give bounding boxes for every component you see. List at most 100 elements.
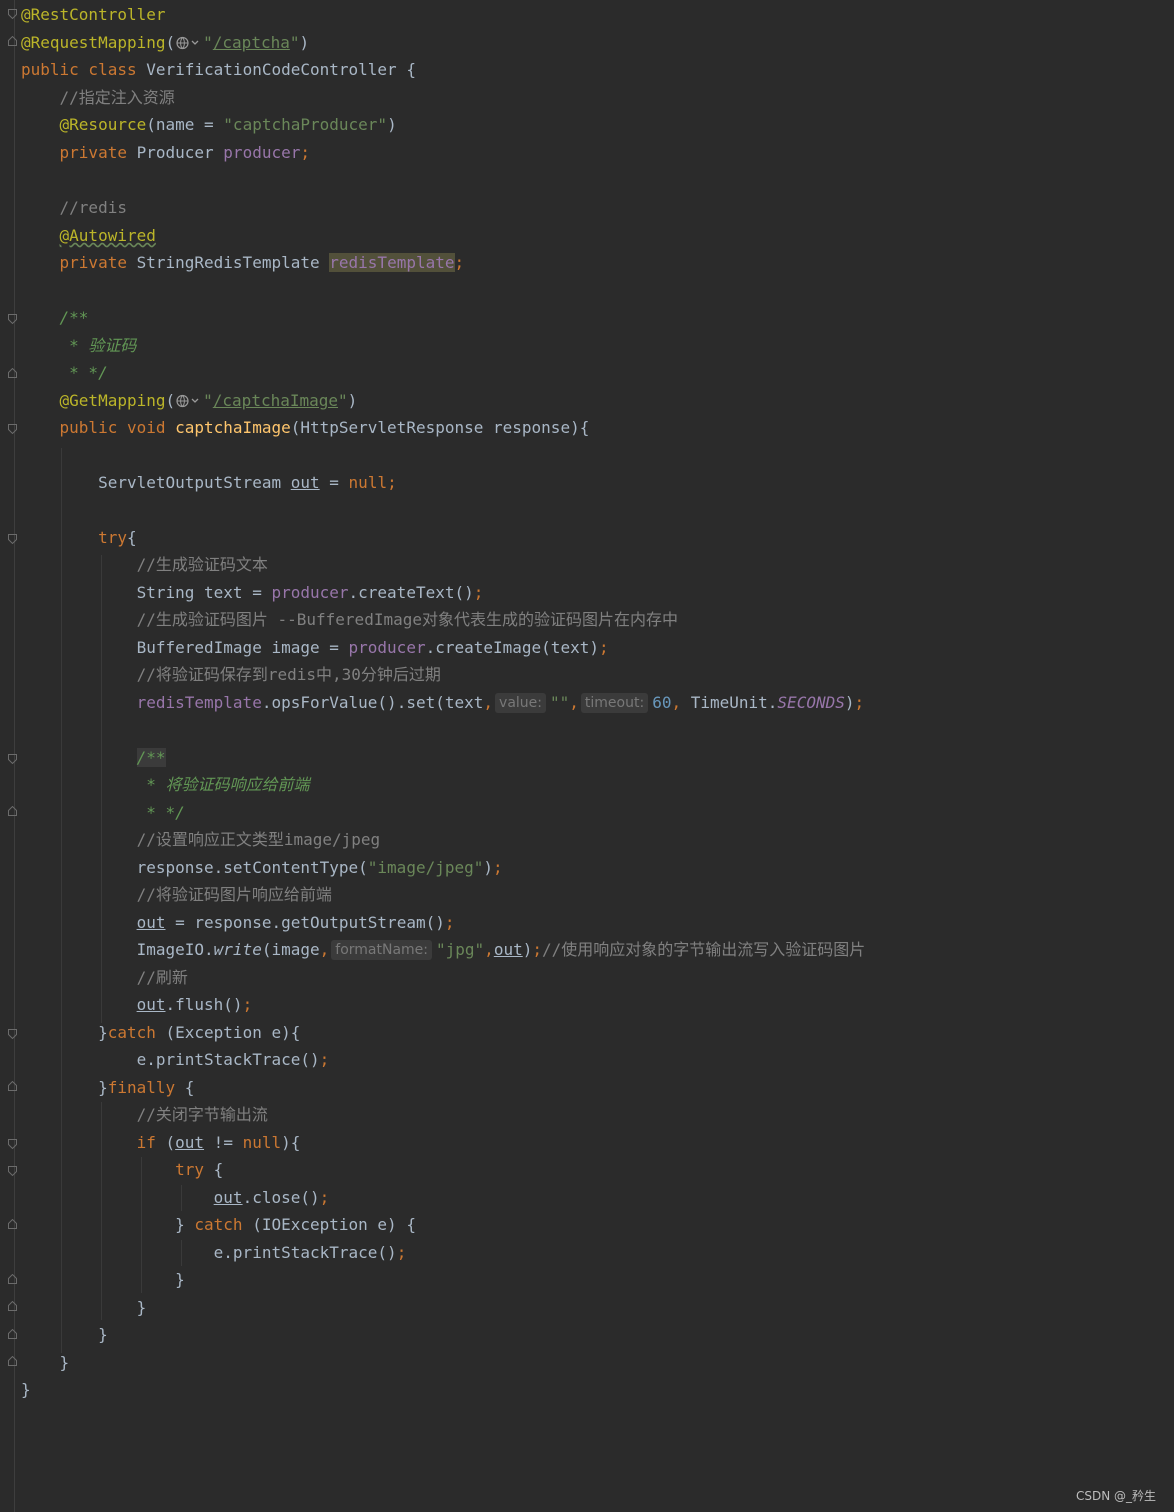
code-line[interactable]: //生成验证码图片 --BufferedImage对象代表生成的验证码图片在内存… (21, 606, 678, 633)
code-line[interactable]: } (21, 1349, 70, 1376)
number-literal: 60 (652, 693, 672, 712)
code-line[interactable]: public class VerificationCodeController … (21, 56, 416, 83)
code-line[interactable]: BufferedImage image = producer.createIma… (21, 634, 609, 661)
field-name-highlighted[interactable]: redisTemplate (329, 253, 455, 272)
code-line[interactable]: @Resource(name = "captchaProducer") (21, 111, 397, 138)
code-line[interactable]: //将验证码图片响应给前端 (21, 881, 332, 908)
code-line[interactable]: * 将验证码响应给前端 (21, 771, 310, 798)
code-line[interactable]: } (21, 1266, 185, 1293)
code-line[interactable]: @RestController (21, 1, 166, 28)
code-line[interactable]: }catch (Exception e){ (21, 1019, 300, 1046)
code-line[interactable]: out.close(); (21, 1184, 330, 1211)
enum-constant: SECONDS (777, 693, 845, 712)
fold-start-icon[interactable] (8, 754, 17, 764)
code-line[interactable]: private StringRedisTemplate redisTemplat… (21, 249, 464, 276)
fold-end-icon[interactable] (8, 1329, 17, 1339)
doc-comment: * 将验证码响应给前端 (136, 775, 310, 794)
fold-end-icon[interactable] (8, 806, 17, 816)
parameter-hint: formatName: (331, 940, 432, 960)
field-name: producer (223, 143, 301, 162)
fold-start-icon[interactable] (8, 1139, 17, 1149)
fold-end-icon[interactable] (8, 36, 17, 46)
code-line[interactable]: * */ (21, 359, 108, 386)
comment: //将验证码图片响应给前端 (136, 885, 332, 904)
code-line[interactable]: @RequestMapping("/captcha") (21, 29, 309, 56)
comment: //redis (59, 198, 127, 217)
fold-end-icon[interactable] (8, 368, 17, 378)
code-line[interactable]: @GetMapping("/captchaImage") (21, 387, 358, 414)
fold-start-icon[interactable] (8, 424, 17, 434)
fold-end-icon[interactable] (8, 1356, 17, 1366)
code-line[interactable]: //生成验证码文本 (21, 551, 268, 578)
annotation: @RequestMapping (21, 33, 166, 52)
comment: //指定注入资源 (59, 88, 175, 107)
code-line[interactable]: String text = producer.createText(); (21, 579, 484, 606)
code-line[interactable]: ServletOutputStream out = null; (21, 469, 397, 496)
code-line[interactable]: public void captchaImage(HttpServletResp… (21, 414, 590, 441)
code-line[interactable]: out = response.getOutputStream(); (21, 909, 455, 936)
code-line[interactable]: if (out != null){ (21, 1129, 301, 1156)
code-line[interactable]: redisTemplate.opsForValue().set(text, val… (21, 689, 864, 716)
globe-icon[interactable] (176, 394, 202, 408)
code-line[interactable]: @Autowired (21, 222, 156, 249)
code-line[interactable]: //指定注入资源 (21, 84, 175, 111)
fold-start-icon[interactable] (8, 9, 17, 19)
code-line[interactable]: ImageIO.write(image, formatName: "jpg",out… (21, 936, 865, 963)
fold-end-icon[interactable] (8, 1301, 17, 1311)
comment: //将验证码保存到redis中,30分钟后过期 (136, 665, 441, 684)
annotation: @Autowired (59, 226, 156, 245)
code-line[interactable]: response.setContentType("image/jpeg"); (21, 854, 503, 881)
code-line[interactable]: //刷新 (21, 964, 188, 991)
url-link[interactable]: /captcha (213, 33, 290, 52)
code-line[interactable]: e.printStackTrace(); (21, 1239, 407, 1266)
code-line[interactable]: * 验证码 (21, 332, 136, 359)
fold-end-icon[interactable] (8, 1219, 17, 1229)
code-line[interactable]: } catch (IOException e) { (21, 1211, 416, 1238)
class-name: VerificationCodeController (146, 60, 397, 79)
parameter-hint: value: (495, 693, 546, 713)
type-name: ServletOutputStream (98, 473, 282, 492)
comment: //使用响应对象的字节输出流写入验证码图片 (542, 940, 866, 959)
string-literal: "image/jpeg" (367, 858, 484, 877)
comment: //生成验证码文本 (136, 555, 268, 574)
fold-start-icon[interactable] (8, 1166, 17, 1176)
annotation: @RestController (21, 5, 166, 24)
code-line[interactable]: //redis (21, 194, 127, 221)
code-line[interactable]: //将验证码保存到redis中,30分钟后过期 (21, 661, 441, 688)
code-line[interactable]: } (21, 1294, 147, 1321)
doc-comment: * 验证码 (59, 336, 137, 355)
code-line[interactable]: /** (21, 744, 166, 771)
code-line[interactable]: private Producer producer; (21, 139, 310, 166)
code-line[interactable]: try { (21, 1156, 223, 1183)
method-params: (HttpServletResponse response){ (290, 418, 590, 437)
annotation: @GetMapping (59, 391, 166, 410)
code-line[interactable]: } (21, 1376, 31, 1403)
url-link[interactable]: /captchaImage (213, 391, 338, 410)
code-line[interactable]: e.printStackTrace(); (21, 1046, 330, 1073)
annotation: @Resource (59, 115, 147, 134)
type-name: StringRedisTemplate (136, 253, 320, 272)
globe-icon[interactable] (176, 36, 202, 50)
code-line[interactable]: try{ (21, 524, 137, 551)
string-literal: "captchaProducer" (223, 115, 388, 134)
code-line[interactable]: //关闭字节输出流 (21, 1101, 268, 1128)
watermark: CSDN @_矜生 (1075, 1489, 1156, 1503)
fold-start-icon[interactable] (8, 534, 17, 544)
fold-end-icon[interactable] (8, 1081, 17, 1091)
code-line[interactable]: } (21, 1321, 108, 1348)
fold-end-icon[interactable] (8, 1274, 17, 1284)
code-line[interactable]: * */ (21, 799, 185, 826)
fold-start-icon[interactable] (8, 314, 17, 324)
type-name: Producer (136, 143, 214, 162)
code-line[interactable]: out.flush(); (21, 991, 253, 1018)
comment: //刷新 (136, 968, 188, 987)
comment: //关闭字节输出流 (136, 1105, 268, 1124)
parameter-hint: timeout: (580, 693, 649, 713)
code-line[interactable]: /** (21, 304, 89, 331)
code-line[interactable]: //设置响应正文类型image/jpeg (21, 826, 381, 853)
code-line[interactable]: }finally { (21, 1074, 194, 1101)
string-literal: "jpg" (436, 940, 485, 959)
code-editor[interactable]: @RestController @RequestMapping("/captch… (0, 0, 1174, 1512)
fold-start-icon[interactable] (8, 1029, 17, 1039)
method-name: captchaImage (175, 418, 291, 437)
